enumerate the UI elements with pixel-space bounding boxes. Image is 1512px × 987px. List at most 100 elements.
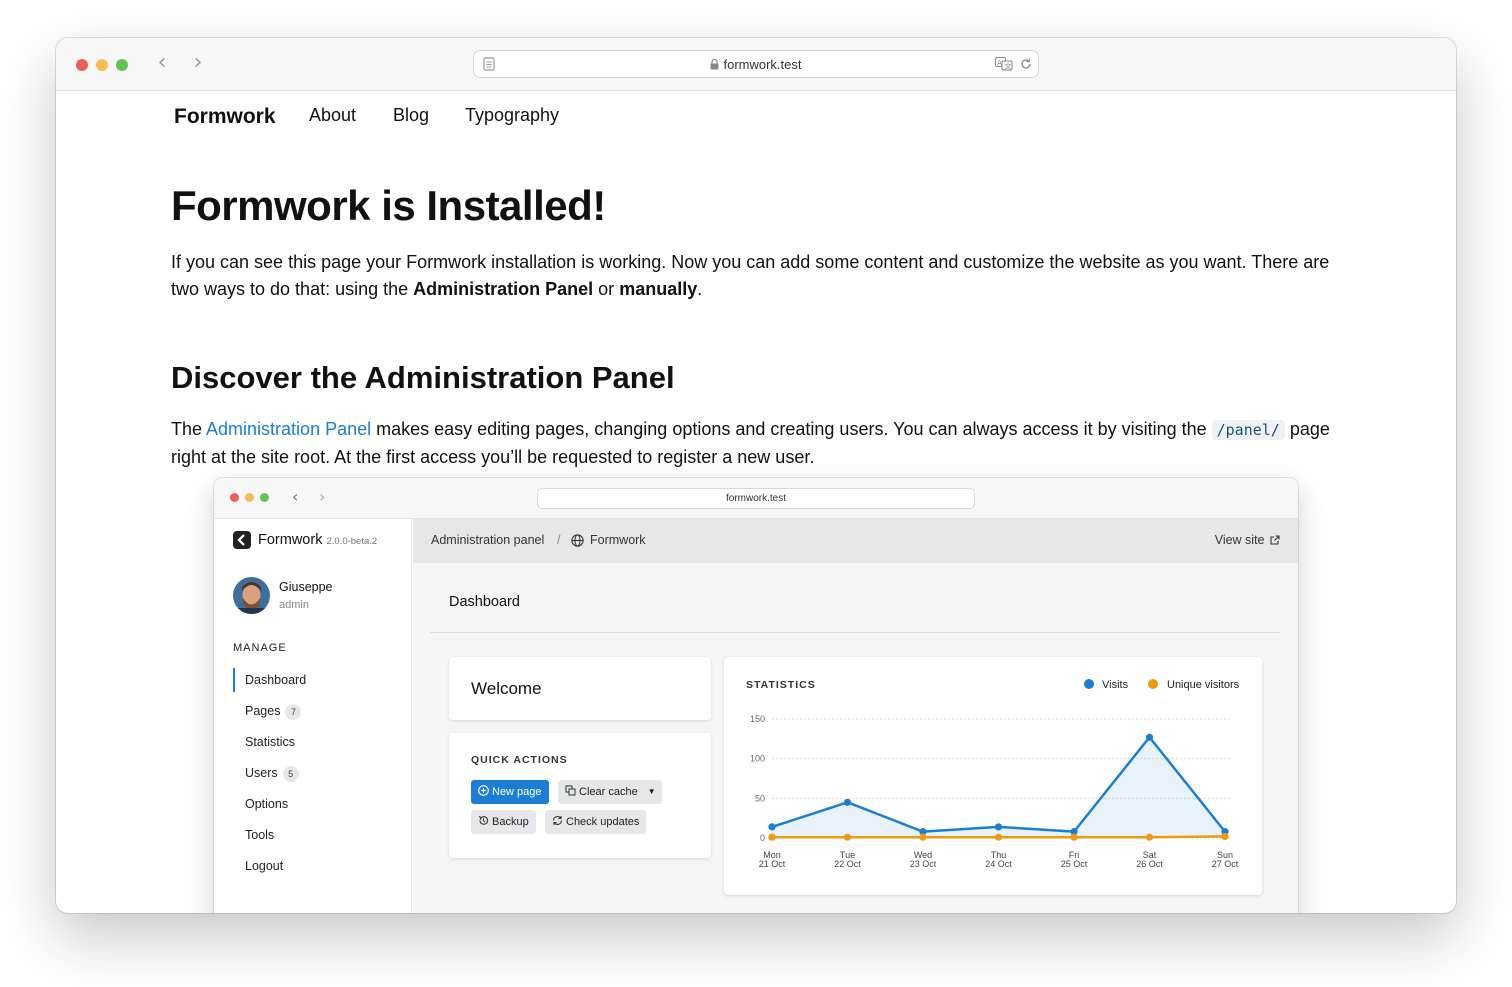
caret-down-icon[interactable]: ▼ [648,780,656,804]
welcome-card: Welcome [449,657,711,720]
section-text-mid: makes easy editing pages, changing optio… [371,419,1212,439]
new-page-label: New page [492,786,542,798]
data-point-1 [768,833,776,841]
inner-forward-arrow-icon: › [319,487,326,506]
menu-item-statistics[interactable]: Statistics [245,735,295,749]
section-text: The [171,419,207,439]
dashboard-title: Dashboard [449,594,520,610]
intro-paragraph: If you can see this page your Formwork i… [171,249,1341,303]
inner-close-dot [230,493,239,502]
clear-cache-button[interactable]: Clear cache ▼ [558,780,662,804]
x-tick-date: 26 Oct [1136,859,1163,869]
manage-heading: MANAGE [233,642,287,654]
nav-link-about[interactable]: About [309,105,356,126]
check-updates-button[interactable]: Check updates [545,810,647,834]
admin-brand-name: Formwork [258,532,323,548]
data-point-1 [843,833,852,841]
minimize-window-button[interactable] [96,59,108,71]
admin-panel-screenshot: ‹ › formwork.test Formwork 2.0.0-beta.2 [214,478,1298,913]
menu-item-dashboard[interactable]: Dashboard [245,673,306,687]
close-window-button[interactable] [76,59,88,71]
data-point-0 [994,823,1003,831]
menu-item-pages[interactable]: Pages 7 [245,704,302,720]
refresh-icon [552,816,563,825]
data-point-0 [843,798,852,806]
inner-back-arrow-icon: ‹ [292,487,299,506]
breadcrumb-site[interactable]: Formwork [590,533,646,547]
panel-path-code: /panel/ [1211,420,1285,440]
address-bar[interactable]: formwork.test A文 [473,50,1039,78]
page-title: Formwork is Installed! [171,182,606,229]
y-tick-label: 100 [750,754,765,764]
zoom-window-button[interactable] [116,59,128,71]
back-arrow-icon[interactable]: ‹ [152,52,172,76]
browser-titlebar: ‹ › formwork.test A文 [56,38,1456,91]
intro-text-end: . [697,279,703,299]
title-divider [430,632,1280,633]
quick-actions-heading: QUICK ACTIONS [471,754,568,766]
backup-button[interactable]: Backup [471,810,536,834]
menu-item-tools[interactable]: Tools [245,828,274,842]
x-tick-date: 23 Oct [910,859,937,869]
admin-panel-link[interactable]: Administration Panel [206,419,371,439]
menu-item-users[interactable]: Users 5 [245,766,299,782]
backup-label: Backup [492,816,529,828]
new-page-button[interactable]: New page [471,780,549,804]
menu-label: Users [245,766,278,780]
y-tick-label: 150 [750,714,765,724]
translate-icon[interactable]: A文 [995,57,1013,71]
admin-main: Administration panel / Formwork View sit… [413,519,1298,913]
globe-icon [571,534,584,547]
legend-label-visits: Visits [1102,679,1129,691]
breadcrumb-separator: / [557,533,561,547]
clear-cache-label: Clear cache [579,786,638,798]
breadcrumb: Administration panel / Formwork View sit… [413,519,1298,563]
user-role: admin [279,599,309,611]
user-avatar[interactable] [233,577,270,614]
y-tick-label: 0 [760,833,765,843]
inner-minimize-dot [245,493,254,502]
formwork-logo-icon [233,531,251,549]
inner-zoom-dot [260,493,269,502]
url-display: formwork.test [474,57,1038,72]
menu-label: Dashboard [245,673,307,687]
admin-sidebar: Formwork 2.0.0-beta.2 Giuseppe admin MAN… [214,519,412,913]
check-updates-label: Check updates [566,816,640,828]
reload-icon[interactable] [1020,58,1032,70]
data-point-1 [994,833,1003,841]
menu-item-logout[interactable]: Logout [245,859,283,873]
admin-brand: Formwork 2.0.0-beta.2 [258,532,377,548]
x-tick-date: 21 Oct [759,859,786,869]
svg-text:文: 文 [1005,62,1012,71]
data-point-1 [1070,833,1078,841]
y-tick-label: 50 [755,793,765,803]
pages-count-badge: 7 [285,704,302,720]
view-site-label: View site [1214,533,1265,547]
data-point-1 [1221,832,1229,841]
menu-label: Tools [245,828,275,842]
intro-text: If you can see this page your Formwork i… [171,252,1330,299]
browser-window: ‹ › formwork.test A文 Formwork About Blog… [56,38,1456,913]
plus-circle-icon [478,785,489,796]
backup-icon [478,816,489,825]
lock-icon [710,58,719,70]
section-title: Discover the Administration Panel [171,360,675,395]
statistics-card: STATISTICS Visits Unique visitors 0 50 100 150… [724,657,1262,895]
forward-arrow-icon[interactable]: › [188,52,208,76]
menu-item-options[interactable]: Options [245,797,288,811]
menu-label: Statistics [245,735,296,749]
intro-bold-manually: manually [619,279,698,299]
quick-actions-card: QUICK ACTIONS New page Clear cache ▼ Bac… [449,733,711,858]
data-point-1 [1145,833,1154,841]
nav-link-blog[interactable]: Blog [393,105,429,126]
svg-text:A: A [997,59,1002,67]
menu-label: Options [245,797,289,811]
admin-version: 2.0.0-beta.2 [326,536,378,547]
menu-label: Logout [245,859,284,873]
legend-label-unique: Unique visitors [1167,679,1240,691]
nav-link-typography[interactable]: Typography [465,105,559,126]
view-site-link[interactable]: View site [1215,533,1280,547]
intro-text-or: or [593,279,620,299]
site-brand-link[interactable]: Formwork [174,105,276,129]
breadcrumb-panel[interactable]: Administration panel [431,533,544,547]
